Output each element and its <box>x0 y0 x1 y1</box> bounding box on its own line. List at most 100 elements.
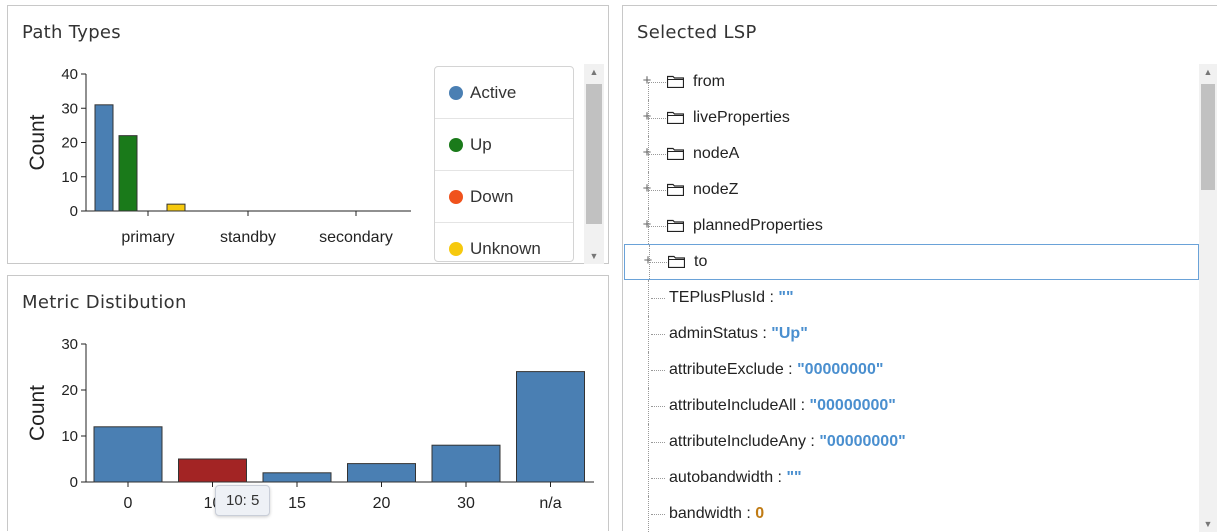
bar-metric-20 <box>347 463 416 483</box>
legend-item-up[interactable]: Up <box>435 119 573 171</box>
expand-icon[interactable]: + <box>642 253 654 268</box>
y-axis-label: Count <box>26 385 49 441</box>
bar-metric-0 <box>93 426 163 483</box>
property-key: attributeIncludeAll <box>669 397 797 414</box>
property-value: "00000000" <box>819 433 906 450</box>
x-tick-label: secondary <box>319 229 393 246</box>
legend-swatch <box>449 137 463 152</box>
property-key: adminStatus <box>669 325 758 342</box>
legend-scrollbar[interactable]: ▲ ▼ <box>584 64 604 264</box>
legend-label: Active <box>470 82 517 102</box>
y-tick-label: 20 <box>61 382 78 399</box>
expand-icon[interactable]: + <box>641 181 653 196</box>
bar-tooltip: 10: 5 <box>215 485 271 516</box>
legend-item-unknown[interactable]: Unknown <box>435 223 573 261</box>
scroll-up-icon[interactable]: ▲ <box>584 64 604 80</box>
y-axis-label: Count <box>26 114 49 170</box>
tree-folder-from[interactable]: + from <box>623 64 1201 100</box>
panel-title: Selected LSP <box>637 22 757 43</box>
panel-title: Path Types <box>22 22 121 43</box>
property-key: autobandwidth <box>669 469 774 486</box>
scroll-down-icon[interactable]: ▼ <box>1199 516 1217 532</box>
folder-icon <box>668 255 685 268</box>
scroll-up-icon[interactable]: ▲ <box>1199 64 1217 80</box>
tree-folder-to[interactable]: + to <box>624 244 1199 280</box>
x-tick-label: primary <box>121 229 174 246</box>
property-key: attributeExclude <box>669 361 784 378</box>
folder-icon <box>667 75 684 88</box>
y-tick-label: 40 <box>61 66 78 83</box>
tree-property-teplusplusid[interactable]: TEPlusPlusId : "" <box>623 280 1201 316</box>
property-value: 0 <box>755 505 765 522</box>
bar-metric-30 <box>431 444 501 483</box>
selected-lsp-panel: Selected LSP + from + liveProperties + n… <box>622 5 1217 532</box>
tree-node-label: plannedProperties <box>693 217 823 234</box>
y-tick-label: 10 <box>61 169 78 186</box>
folder-icon <box>667 219 684 232</box>
tree-property-attributeincludeall[interactable]: attributeIncludeAll : "00000000" <box>623 388 1201 424</box>
legend-item-active[interactable]: Active <box>435 67 573 119</box>
legend-label: Unknown <box>470 238 541 258</box>
tree-node-label: nodeZ <box>693 181 739 198</box>
y-tick-label: 0 <box>70 474 78 491</box>
tree-folder-nodez[interactable]: + nodeZ <box>623 172 1201 208</box>
bar-active-primary <box>94 104 114 212</box>
x-tick-label: 20 <box>373 495 391 512</box>
tree-folder-liveproperties[interactable]: + liveProperties <box>623 100 1201 136</box>
x-tick-label: 30 <box>457 495 475 512</box>
y-tick-label: 20 <box>61 135 78 152</box>
folder-icon <box>667 111 684 124</box>
panel-title: Metric Distibution <box>22 292 187 313</box>
bar-metric-10 <box>178 458 247 483</box>
tree-property-bandwidth[interactable]: bandwidth : 0 <box>623 496 1201 532</box>
tree-node-label: to <box>694 253 708 270</box>
tree-folder-nodea[interactable]: + nodeA <box>623 136 1201 172</box>
expand-icon[interactable]: + <box>641 145 653 160</box>
legend-item-down[interactable]: Down <box>435 171 573 223</box>
y-tick-label: 0 <box>70 203 78 220</box>
scroll-thumb[interactable] <box>586 84 602 224</box>
tree-node-label: nodeA <box>693 145 740 162</box>
property-key: TEPlusPlusId <box>669 289 766 306</box>
metric-distribution-panel: Metric Distibution 0 10 20 30 Count 0 10 15 20 30… <box>7 275 609 531</box>
bar-up-primary <box>118 135 138 212</box>
bar-metric-15 <box>262 472 332 483</box>
folder-icon <box>667 183 684 196</box>
property-value: "" <box>786 469 802 486</box>
property-value: "00000000" <box>797 361 884 378</box>
scroll-down-icon[interactable]: ▼ <box>584 248 604 264</box>
scroll-thumb[interactable] <box>1201 84 1215 190</box>
legend-swatch <box>449 85 463 100</box>
legend-swatch <box>449 241 463 256</box>
folder-icon <box>667 147 684 160</box>
lsp-scrollbar[interactable]: ▲ ▼ <box>1199 64 1217 532</box>
x-tick-label: 15 <box>288 495 306 512</box>
bar-metric-na <box>516 371 585 483</box>
tree-folder-plannedproperties[interactable]: + plannedProperties <box>623 208 1201 244</box>
expand-icon[interactable]: + <box>641 109 653 124</box>
expand-icon[interactable]: + <box>641 73 653 88</box>
tree-node-label: from <box>693 73 725 90</box>
tree-property-attributeexclude[interactable]: attributeExclude : "00000000" <box>623 352 1201 388</box>
path-types-chart: 0 10 20 30 40 Count primary standby secondary <box>26 66 411 246</box>
tree-property-attributeincludeany[interactable]: attributeIncludeAny : "00000000" <box>623 424 1201 460</box>
property-value: "Up" <box>771 325 808 342</box>
property-value: "00000000" <box>809 397 896 414</box>
legend-label: Down <box>470 186 514 206</box>
x-tick-label: 0 <box>124 495 133 512</box>
property-key: attributeIncludeAny <box>669 433 806 450</box>
path-types-panel: Path Types 0 10 20 30 40 Count primary standby s… <box>7 5 609 264</box>
y-tick-label: 30 <box>61 336 78 353</box>
expand-icon[interactable]: + <box>641 217 653 232</box>
tree-node-label: liveProperties <box>693 109 790 126</box>
x-tick-label: n/a <box>539 495 561 512</box>
metric-distribution-chart: 0102030Count0 10 15 20 30 n/a <box>26 336 594 512</box>
tree-property-autobandwidth[interactable]: autobandwidth : "" <box>623 460 1201 496</box>
y-tick-label: 30 <box>61 100 78 117</box>
property-key: bandwidth <box>669 505 742 522</box>
tree-property-adminstatus[interactable]: adminStatus : "Up" <box>623 316 1201 352</box>
property-value: "" <box>778 289 794 306</box>
lsp-tree: + from + liveProperties + nodeA + nodeZ … <box>623 64 1201 532</box>
y-tick-label: 10 <box>61 428 78 445</box>
x-tick-label: standby <box>220 229 276 246</box>
